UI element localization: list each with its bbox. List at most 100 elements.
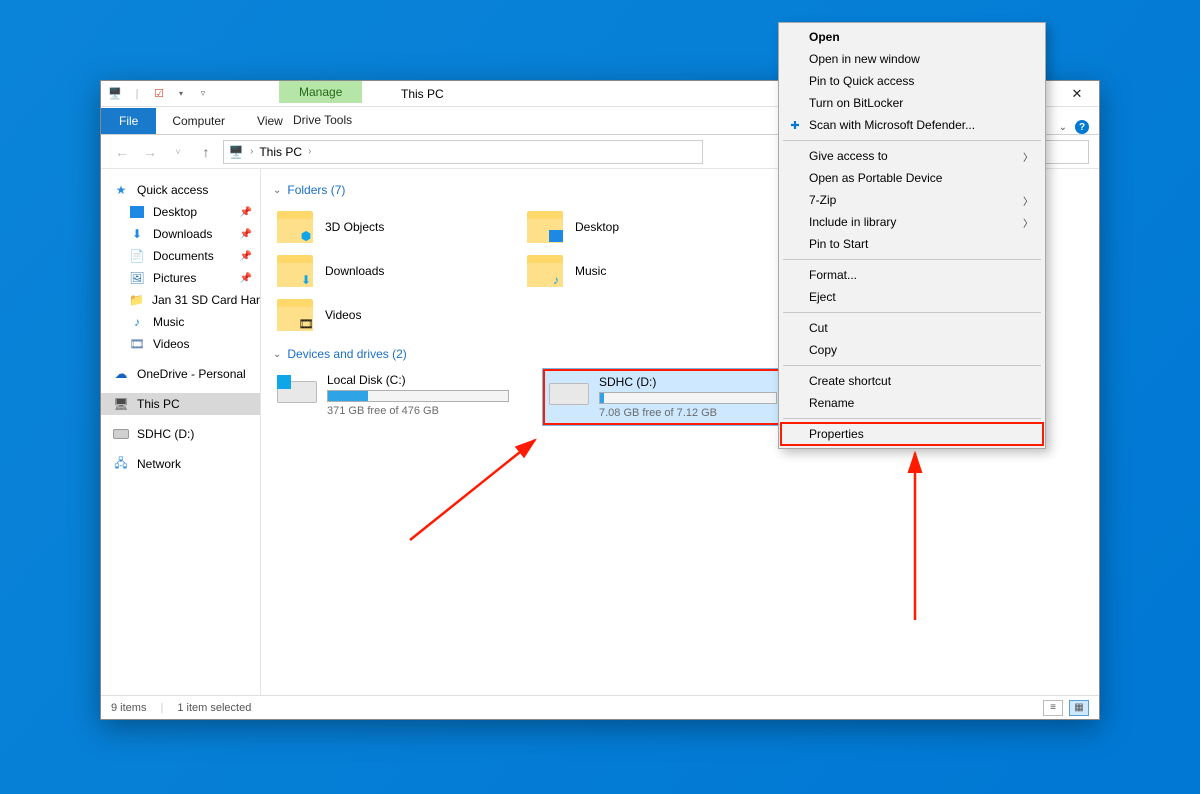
back-button[interactable]: ← [111,141,133,163]
sidebar-item-pictures[interactable]: 🖼 Pictures 📌 [101,267,260,289]
status-bar: 9 items | 1 item selected ≡ ▦ [101,695,1099,719]
ctx-pin-start[interactable]: Pin to Start [781,233,1043,255]
this-pc-breadcrumb-icon: 🖥️ [228,144,244,160]
help-icon[interactable]: ? [1075,120,1089,134]
window-title: This PC [401,87,444,101]
breadcrumb-this-pc[interactable]: This PC [259,145,302,159]
ctx-defender[interactable]: ✚ Scan with Microsoft Defender... [781,114,1043,136]
chevron-down-icon: ⌄ [273,185,281,196]
pin-icon: 📌 [240,229,252,240]
drive-icon [277,373,317,405]
sidebar-item-documents[interactable]: 📄 Documents 📌 [101,245,260,267]
sidebar-sdhc[interactable]: SDHC (D:) [101,423,260,445]
ctx-copy[interactable]: Copy [781,339,1043,361]
drive-icon [113,426,129,442]
recent-dropdown-icon[interactable]: ˅ [167,141,189,163]
sidebar-item-label: OneDrive - Personal [137,367,246,381]
folder-icon: ⬇ [277,255,313,287]
ctx-cut[interactable]: Cut [781,317,1043,339]
ctx-pin-quick-access[interactable]: Pin to Quick access [781,70,1043,92]
drive-icon [549,375,589,407]
folder-3d-objects[interactable]: ⬢ 3D Objects [273,205,523,249]
file-tab[interactable]: File [101,108,156,134]
pin-icon: 📌 [240,251,252,262]
sidebar-this-pc[interactable]: 🖥 This PC [101,393,260,415]
capacity-bar [599,392,777,404]
navigation-pane: ★ Quick access Desktop 📌 ⬇ Downloads 📌 📄… [101,169,261,695]
sidebar-item-janfolder[interactable]: 📁 Jan 31 SD Card Han [101,289,260,311]
up-button[interactable]: ↑ [195,141,217,163]
ctx-format[interactable]: Format... [781,264,1043,286]
computer-tab[interactable]: Computer [156,108,241,134]
ctx-create-shortcut[interactable]: Create shortcut [781,370,1043,392]
ctx-properties[interactable]: Properties [781,423,1043,445]
ctx-7zip[interactable]: 7-Zip〉 [781,189,1043,211]
drive-free-label: 7.08 GB free of 7.12 GB [599,407,777,419]
qat-dropdown-icon[interactable]: ▾ [173,86,189,102]
chevron-down-icon: ⌄ [273,349,281,360]
chevron-right-icon[interactable]: › [248,146,255,157]
ctx-portable-device[interactable]: Open as Portable Device [781,167,1043,189]
this-pc-icon: 🖥 [113,396,129,412]
folder-music[interactable]: ♪ Music [523,249,773,293]
qat-overflow-icon[interactable]: ▿ [195,86,211,102]
ctx-eject[interactable]: Eject [781,286,1043,308]
chevron-right-icon[interactable]: › [306,146,313,157]
drive-sdhc-d[interactable]: SDHC (D:) 7.08 GB free of 7.12 GB [543,369,783,425]
ctx-separator [783,140,1041,141]
ribbon-collapse-icon[interactable]: ⌄ [1059,122,1067,133]
ctx-separator [783,259,1041,260]
ctx-open-new-window[interactable]: Open in new window [781,48,1043,70]
chevron-right-icon: 〉 [1023,149,1033,164]
forward-button[interactable]: → [139,141,161,163]
folder-label: Downloads [325,264,384,278]
videos-icon: 🎞 [129,336,145,352]
sidebar-quick-access[interactable]: ★ Quick access [101,179,260,201]
folder-videos[interactable]: 🎞 Videos [273,293,523,337]
chevron-right-icon: 〉 [1023,215,1033,230]
ctx-open[interactable]: Open [781,26,1043,48]
folder-downloads[interactable]: ⬇ Downloads [273,249,523,293]
chevron-right-icon: 〉 [1023,193,1033,208]
ctx-include-library[interactable]: Include in library〉 [781,211,1043,233]
defender-shield-icon: ✚ [787,117,803,133]
ctx-give-access[interactable]: Give access to〉 [781,145,1043,167]
details-view-button[interactable]: ≡ [1043,700,1063,716]
sidebar-item-music[interactable]: ♪ Music [101,311,260,333]
folder-label: Music [575,264,606,278]
group-header-label: Devices and drives (2) [287,347,406,361]
drive-local-c[interactable]: Local Disk (C:) 371 GB free of 476 GB [273,369,513,425]
breadcrumb[interactable]: 🖥️ › This PC › [223,140,703,164]
folder-icon: 📁 [129,292,144,308]
drive-label: Local Disk (C:) [327,373,509,387]
documents-icon: 📄 [129,248,145,264]
ctx-bitlocker[interactable]: Turn on BitLocker [781,92,1043,114]
sidebar-item-label: Quick access [137,183,208,197]
close-button[interactable]: ✕ [1055,81,1099,107]
qat-properties-icon[interactable]: ☑ [151,86,167,102]
star-icon: ★ [113,182,129,198]
folder-desktop[interactable]: Desktop [523,205,773,249]
sidebar-item-label: Music [153,315,184,329]
sidebar-item-label: Network [137,457,181,471]
drive-free-label: 371 GB free of 476 GB [327,405,509,417]
folder-icon: 🎞 [277,299,313,331]
ctx-rename[interactable]: Rename [781,392,1043,414]
pictures-icon: 🖼 [129,270,145,286]
drive-tools-tab[interactable]: Drive Tools [279,107,366,133]
music-icon: ♪ [129,314,145,330]
sidebar-item-label: Documents [153,249,214,263]
sidebar-onedrive[interactable]: ☁ OneDrive - Personal [101,363,260,385]
sidebar-network[interactable]: 🖧 Network [101,453,260,475]
tiles-view-button[interactable]: ▦ [1069,700,1089,716]
sidebar-item-label: Videos [153,337,189,351]
onedrive-icon: ☁ [113,366,129,382]
this-pc-small-icon: 🖥️ [107,86,123,102]
folder-icon: ♪ [527,255,563,287]
sidebar-item-desktop[interactable]: Desktop 📌 [101,201,260,223]
manage-contextual-tab[interactable]: Manage [279,81,362,103]
sidebar-item-videos[interactable]: 🎞 Videos [101,333,260,355]
sidebar-item-downloads[interactable]: ⬇ Downloads 📌 [101,223,260,245]
desktop-icon [129,204,145,220]
drive-label: SDHC (D:) [599,375,777,389]
